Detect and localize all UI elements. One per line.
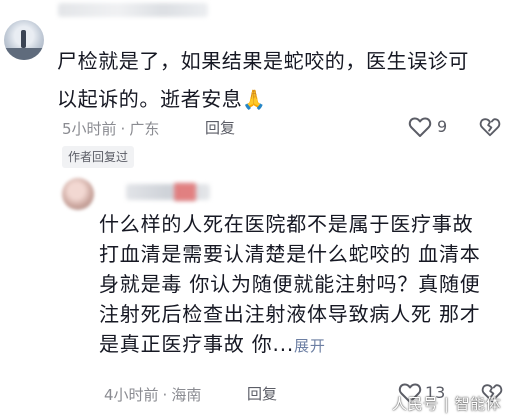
comment-meta: 4小时前 · 海南: [104, 384, 201, 405]
comment-time: 4小时前: [104, 386, 159, 404]
comment-text-line: 尸检就是了，如果结果是蛇咬的，医生误诊可: [57, 49, 469, 73]
watermark: 人民号 | 智能体: [392, 395, 502, 413]
comment-time: 5小时前: [62, 120, 117, 138]
comment-text-line: 打血清是需要认清楚是什么蛇咬的 血清本: [99, 242, 481, 266]
username-blurred[interactable]: [58, 3, 208, 17]
expand-link[interactable]: 展开: [294, 337, 326, 355]
meta-separator: ·: [120, 120, 126, 138]
comment-text-line: 注射死后检查出注射液体导致病人死 那才: [99, 302, 481, 326]
folded-hands-icon: 🙏: [242, 89, 267, 111]
comment-text-line: 以起诉的。逝者安息: [57, 87, 243, 111]
comment-text-line: 身就是毒 你认为随便就能注射吗？真随便: [99, 272, 481, 296]
username-blurred-badge: [174, 183, 196, 201]
username-blurred[interactable]: [126, 184, 210, 200]
reply-button[interactable]: 回复: [247, 383, 277, 404]
comment-text-line: 什么样的人死在医院都不是属于医疗事故: [99, 212, 474, 236]
avatar[interactable]: [4, 20, 44, 60]
comment-text-line: 是真正医疗事故 你...展开: [99, 329, 507, 361]
heart-outline-icon[interactable]: [408, 116, 432, 138]
comment-meta: 5小时前 · 广东: [62, 118, 159, 139]
reply-button[interactable]: 回复: [205, 117, 235, 138]
like-count: 9: [437, 117, 448, 136]
avatar[interactable]: [62, 178, 94, 210]
author-replied-badge: 作者回复过: [62, 146, 135, 168]
comment-text-truncated: 是真正医疗事故 你...: [99, 332, 295, 356]
broken-heart-icon[interactable]: [479, 116, 501, 138]
comment-text: 尸检就是了，如果结果是蛇咬的，医生误诊可 以起诉的。逝者安息🙏: [57, 42, 507, 119]
meta-separator: ·: [162, 386, 168, 404]
reply-comment-text: 什么样的人死在医院都不是属于医疗事故 打血清是需要认清楚是什么蛇咬的 血清本 身…: [99, 209, 507, 361]
comment-location: 广东: [129, 120, 160, 138]
comment-location: 海南: [171, 386, 202, 404]
